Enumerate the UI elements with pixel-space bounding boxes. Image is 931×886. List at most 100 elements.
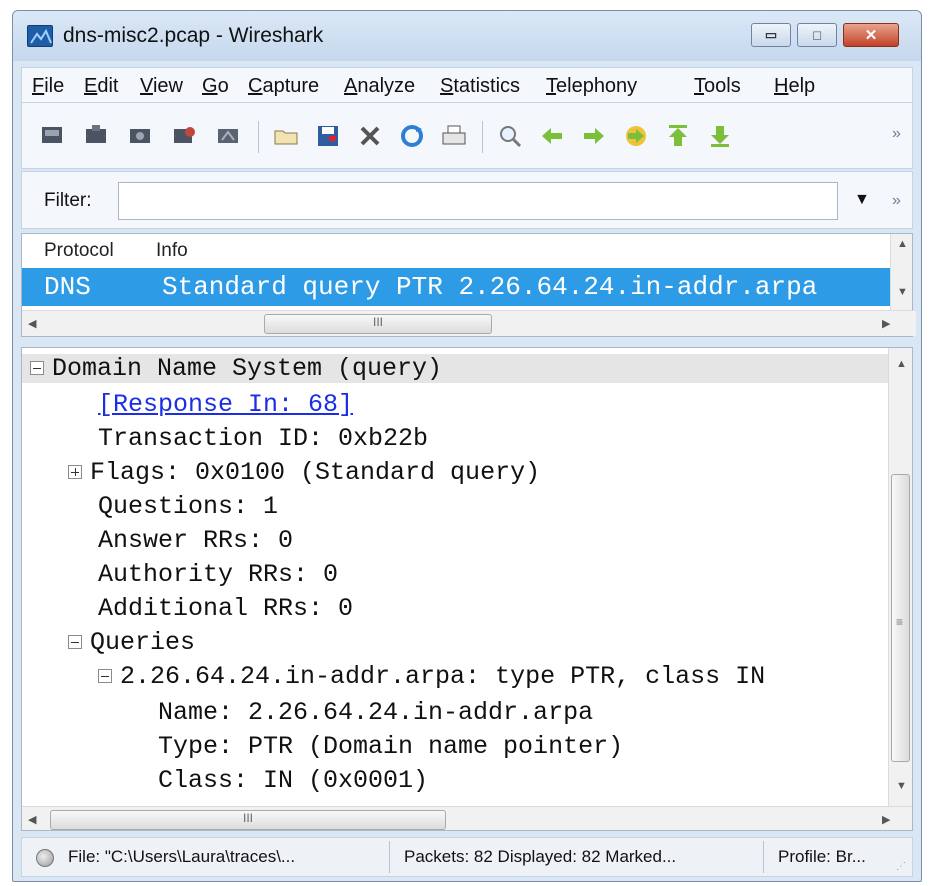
- menu-tools[interactable]: Tools: [694, 75, 741, 98]
- close-button[interactable]: ✕: [843, 23, 899, 47]
- close-file-icon[interactable]: [356, 123, 384, 149]
- scroll-right-icon[interactable]: ▶: [882, 317, 890, 330]
- minimize-button[interactable]: ▭: [751, 23, 791, 47]
- stop-capture-icon[interactable]: [170, 123, 198, 149]
- tree-node-query[interactable]: 2.26.64.24.in-addr.arpa: type PTR, class…: [98, 662, 765, 691]
- packet-list-vertical-scrollbar[interactable]: ▲ ▼: [890, 234, 912, 312]
- main-toolbar: »: [21, 103, 913, 169]
- packet-info: Standard query PTR 2.26.64.24.in-addr.ar…: [162, 272, 818, 302]
- go-back-icon[interactable]: [538, 123, 566, 149]
- start-capture-icon[interactable]: [126, 123, 154, 149]
- find-packet-icon[interactable]: [496, 123, 524, 149]
- tree-label: Queries: [90, 628, 196, 657]
- packet-row[interactable]: DNS Standard query PTR 2.26.64.24.in-add…: [22, 268, 900, 306]
- wireshark-window: dns-misc2.pcap - Wireshark ▭ □ ✕ File Ed…: [12, 10, 922, 882]
- capture-options-icon[interactable]: [82, 123, 110, 149]
- go-first-icon[interactable]: [664, 123, 692, 149]
- menu-view[interactable]: View: [140, 75, 183, 98]
- column-header-protocol[interactable]: Protocol: [44, 240, 114, 262]
- collapse-icon[interactable]: [30, 361, 44, 376]
- packet-protocol: DNS: [44, 272, 91, 302]
- maximize-button[interactable]: □: [797, 23, 837, 47]
- toolbar-separator: [258, 121, 259, 153]
- filter-dropdown-icon[interactable]: ▼: [854, 191, 870, 209]
- response-in-link[interactable]: [Response In: 68]: [98, 390, 353, 419]
- details-scroll-thumb[interactable]: ≡: [891, 474, 910, 762]
- collapse-icon[interactable]: [98, 669, 112, 684]
- menu-help[interactable]: Help: [774, 75, 815, 98]
- expert-info-icon[interactable]: [36, 849, 54, 867]
- toolbar-separator: [482, 121, 483, 153]
- go-forward-icon[interactable]: [580, 123, 608, 149]
- tree-node-dns[interactable]: Domain Name System (query): [22, 354, 890, 383]
- scroll-left-icon[interactable]: ◀: [28, 317, 36, 330]
- menu-analyze[interactable]: Analyze: [344, 75, 415, 98]
- menu-go[interactable]: Go: [202, 75, 229, 98]
- tree-label: 2.26.64.24.in-addr.arpa: type PTR, class…: [120, 662, 766, 691]
- packet-list-pane: Protocol Info DNS Standard query PTR 2.2…: [21, 233, 916, 337]
- packet-details-pane: Domain Name System (query) [Response In:…: [21, 347, 913, 831]
- go-last-icon[interactable]: [706, 123, 734, 149]
- menu-file[interactable]: File: [32, 75, 64, 98]
- packet-list-scroll-thumb[interactable]: III: [264, 314, 492, 334]
- wireshark-logo-icon: [27, 25, 53, 47]
- scroll-up-icon[interactable]: ▲: [896, 358, 907, 370]
- scroll-down-icon[interactable]: ▼: [896, 780, 907, 792]
- menu-telephony[interactable]: Telephony: [546, 75, 637, 98]
- packet-list-horizontal-scrollbar[interactable]: ◀ III ▶: [22, 310, 916, 336]
- status-file[interactable]: File: "C:\Users\Laura\traces\...: [68, 841, 390, 873]
- go-to-packet-icon[interactable]: [622, 123, 650, 149]
- authority-rrs-field[interactable]: Authority RRs: 0: [98, 560, 338, 589]
- scroll-down-icon[interactable]: ▼: [897, 286, 908, 298]
- filter-more-icon[interactable]: »: [892, 192, 901, 210]
- expand-icon[interactable]: [68, 465, 82, 480]
- status-profile[interactable]: Profile: Br...: [772, 841, 902, 873]
- response-in-label: [Response In: 68]: [98, 390, 354, 419]
- reload-icon[interactable]: [398, 123, 426, 149]
- filter-bar: Filter: ▼ »: [21, 171, 913, 229]
- minimize-icon: ▭: [764, 27, 778, 42]
- transaction-id[interactable]: Transaction ID: 0xb22b: [98, 424, 428, 453]
- toolbar-more-icon[interactable]: »: [892, 125, 901, 143]
- filter-label: Filter:: [44, 190, 92, 211]
- restart-capture-icon[interactable]: [214, 123, 242, 149]
- scroll-grip: ≡: [896, 615, 904, 629]
- menu-bar: File Edit View Go Capture Analyze Statis…: [21, 67, 913, 103]
- details-vertical-scrollbar[interactable]: ▲ ≡ ▼: [888, 348, 912, 806]
- answer-rrs-field[interactable]: Answer RRs: 0: [98, 526, 293, 555]
- packet-list-header: Protocol Info: [22, 234, 902, 268]
- maximize-icon: □: [813, 27, 821, 43]
- details-horizontal-scrollbar[interactable]: ◀ III ▶: [22, 806, 912, 830]
- print-icon[interactable]: [440, 123, 468, 149]
- open-file-icon[interactable]: [272, 123, 300, 149]
- title-bar: dns-misc2.pcap - Wireshark ▭ □ ✕: [13, 11, 921, 61]
- status-packets[interactable]: Packets: 82 Displayed: 82 Marked...: [398, 841, 764, 873]
- window-title: dns-misc2.pcap - Wireshark: [63, 24, 324, 47]
- additional-rrs-field[interactable]: Additional RRs: 0: [98, 594, 353, 623]
- tree-label: Flags: 0x0100 (Standard query): [90, 458, 541, 487]
- resize-grip-icon[interactable]: ⋰: [896, 861, 906, 872]
- menu-statistics[interactable]: Statistics: [440, 75, 520, 98]
- details-hscroll-thumb[interactable]: III: [50, 810, 446, 830]
- menu-edit[interactable]: Edit: [84, 75, 118, 98]
- column-header-info[interactable]: Info: [156, 240, 188, 262]
- close-icon: ✕: [864, 27, 878, 44]
- interface-list-icon[interactable]: [38, 123, 66, 149]
- tree-label: Domain Name System (query): [52, 354, 443, 383]
- menu-capture[interactable]: Capture: [248, 75, 319, 98]
- collapse-icon[interactable]: [68, 635, 82, 650]
- scroll-up-icon[interactable]: ▲: [897, 238, 908, 250]
- tree-node-flags[interactable]: Flags: 0x0100 (Standard query): [68, 458, 540, 487]
- status-bar: File: "C:\Users\Laura\traces\... Packets…: [21, 837, 913, 877]
- query-type-field[interactable]: Type: PTR (Domain name pointer): [158, 732, 623, 761]
- query-class-field[interactable]: Class: IN (0x0001): [158, 766, 428, 795]
- scroll-grip: III: [372, 315, 383, 329]
- filter-input[interactable]: [118, 182, 838, 220]
- scroll-right-icon[interactable]: ▶: [882, 813, 890, 826]
- save-file-icon[interactable]: [314, 123, 342, 149]
- scroll-grip: III: [242, 811, 253, 825]
- query-name-field[interactable]: Name: 2.26.64.24.in-addr.arpa: [158, 698, 593, 727]
- questions-field[interactable]: Questions: 1: [98, 492, 278, 521]
- scroll-left-icon[interactable]: ◀: [28, 813, 36, 826]
- tree-node-queries[interactable]: Queries: [68, 628, 195, 657]
